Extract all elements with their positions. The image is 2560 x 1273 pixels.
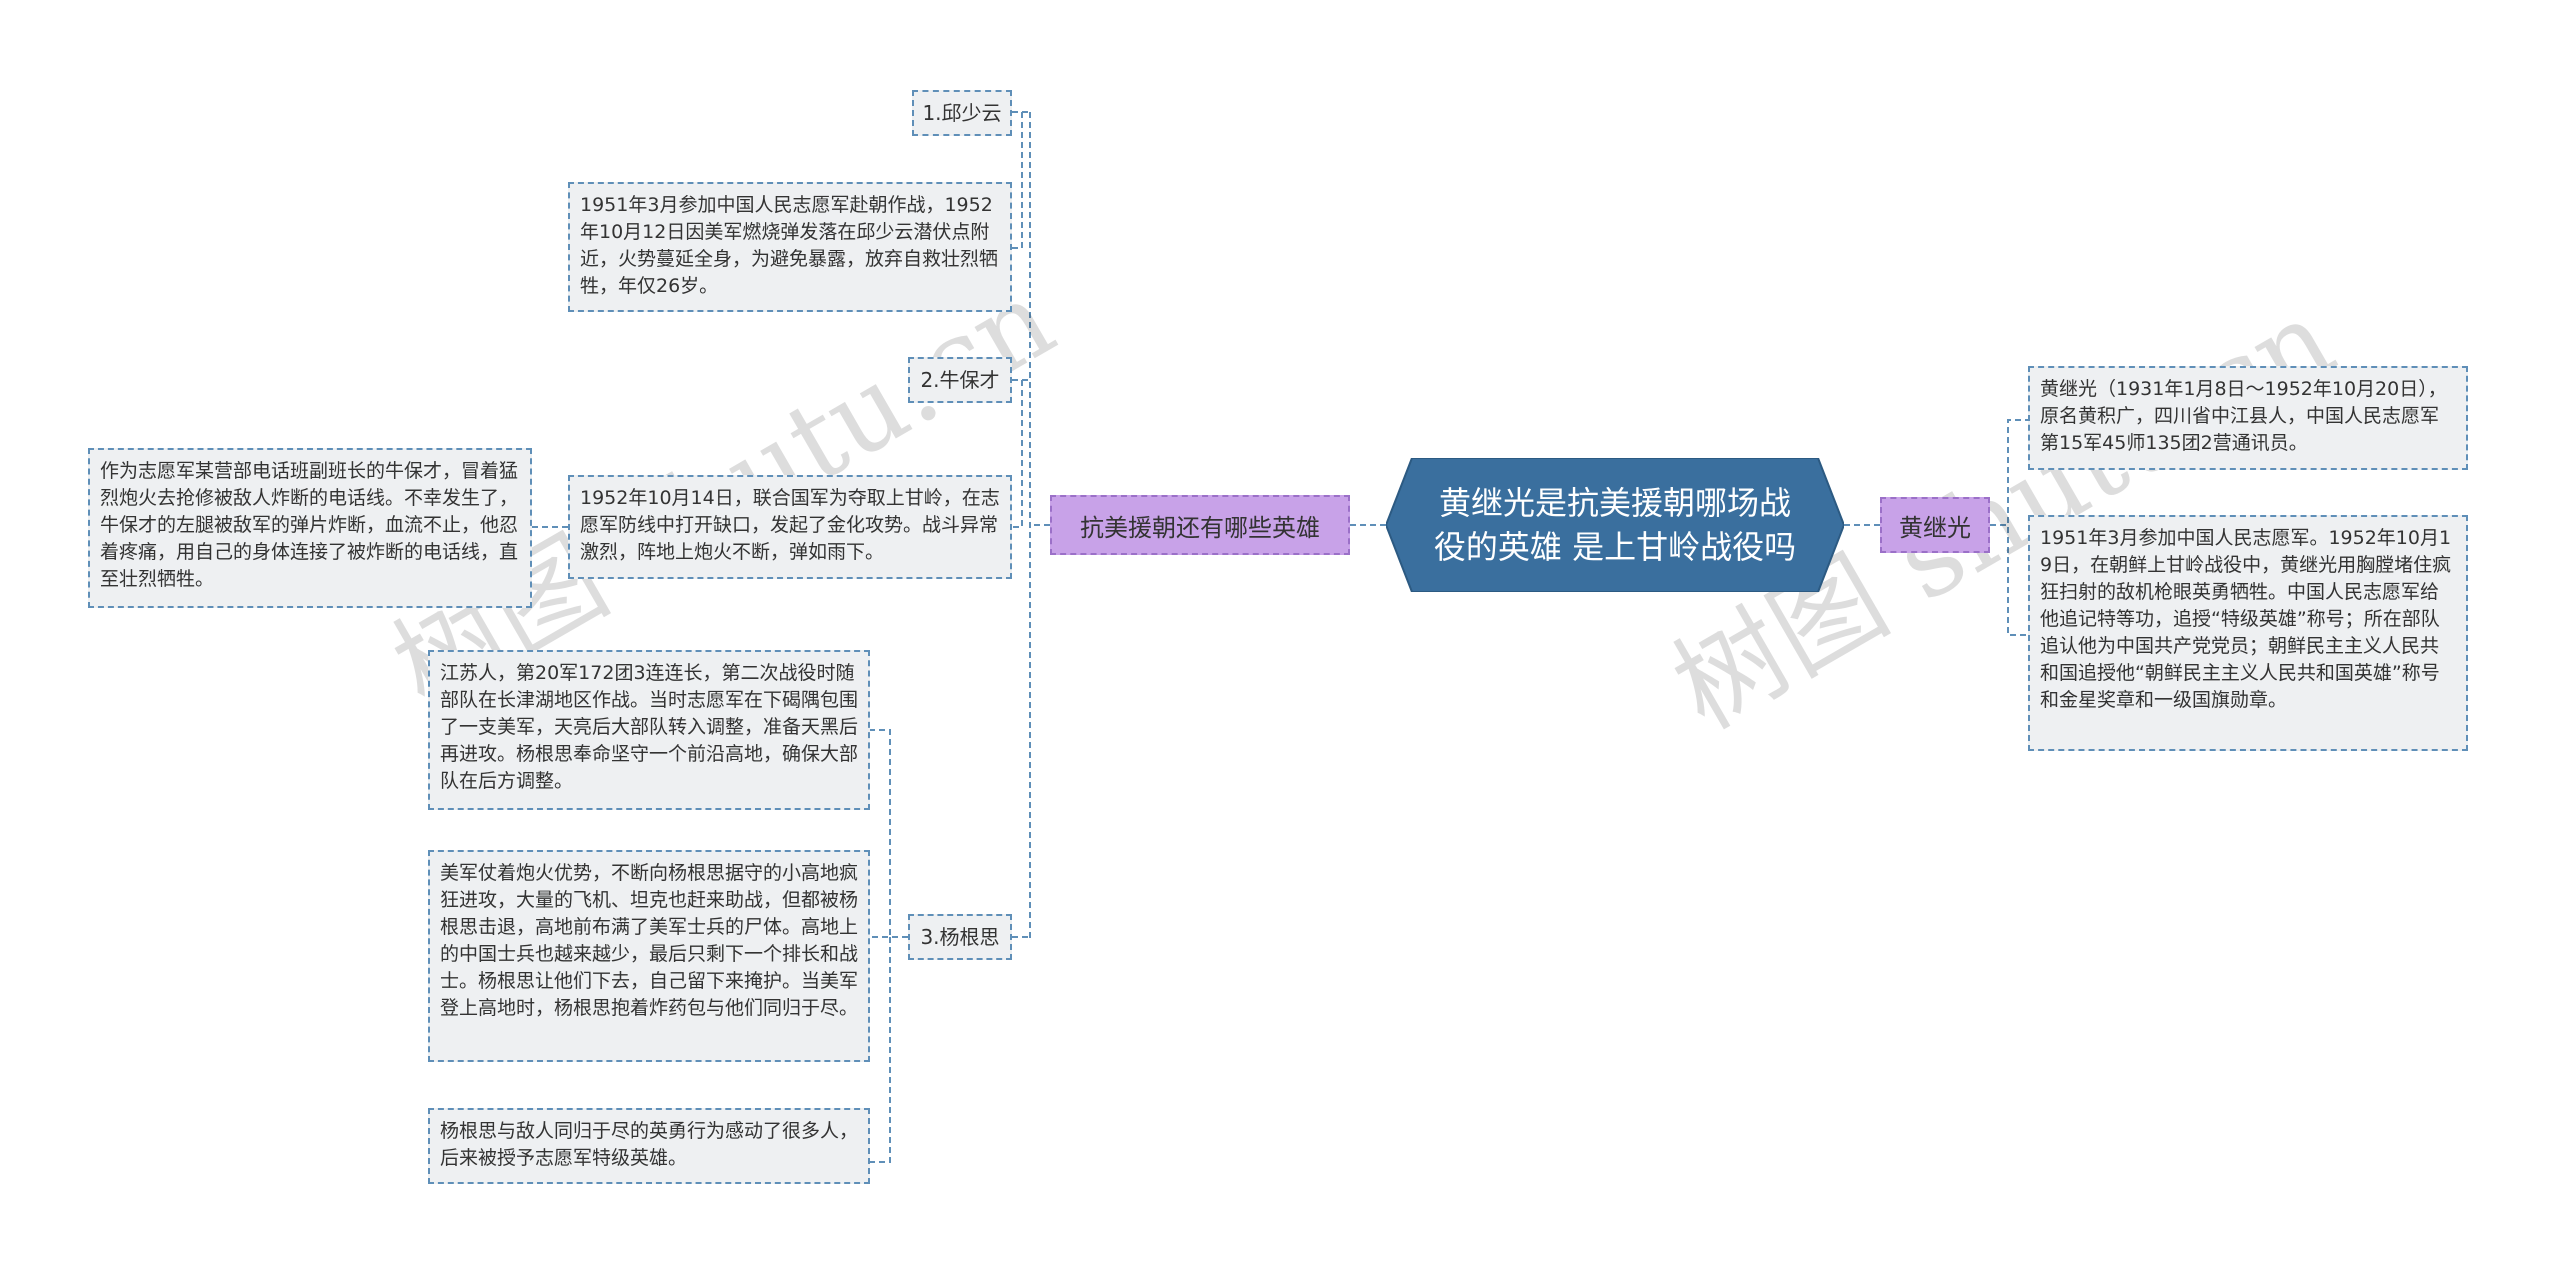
node-text: 江苏人，第20军172团3连连长，第二次战役时随部队在长津湖地区作战。当时志愿军… (440, 662, 859, 792)
yang-gensi-battle[interactable]: 美军仗着炮火优势，不断向杨根思据守的小高地疯狂进攻，大量的飞机、坦克也赶来助战，… (428, 850, 870, 1062)
root-title: 黄继光是抗美援朝哪场战役的英雄 是上甘岭战役吗 (1433, 484, 1797, 566)
root-topic[interactable]: 黄继光是抗美援朝哪场战役的英雄 是上甘岭战役吗 (1386, 458, 1844, 592)
niu-baocai-battle[interactable]: 1952年10月14日，联合国军为夺取上甘岭，在志愿军防线中打开缺口，发起了金化… (568, 475, 1012, 579)
yang-gensi-background[interactable]: 江苏人，第20军172团3连连长，第二次战役时随部队在长津湖地区作战。当时志愿军… (428, 650, 870, 810)
niu-baocai-deed[interactable]: 作为志愿军某营部电话班副班长的牛保才，冒着猛烈炮火去抢修被敌人炸断的电话线。不幸… (88, 448, 532, 608)
branch-other-heroes[interactable]: 抗美援朝还有哪些英雄 (1050, 495, 1350, 555)
hero-name: 1.邱少云 (922, 100, 1002, 125)
mind-map: 树图 shutu.cn 树图 shutu.cn 黄继光是抗美援朝哪场战役的英雄 … (0, 0, 2560, 1273)
node-text: 1951年3月参加中国人民志愿军赴朝作战，1952年10月12日因美军燃烧弹发落… (580, 194, 999, 297)
node-text: 黄继光（1931年1月8日～1952年10月20日），原名黄积广，四川省中江县人… (2040, 378, 2447, 454)
huang-jiguang-profile[interactable]: 黄继光（1931年1月8日～1952年10月20日），原名黄积广，四川省中江县人… (2028, 366, 2468, 470)
branch-label: 黄继光 (1899, 513, 1971, 542)
hero-name: 2.牛保才 (920, 367, 1000, 392)
hero-yang-gensi[interactable]: 3.杨根思 (908, 914, 1012, 960)
node-text: 1952年10月14日，联合国军为夺取上甘岭，在志愿军防线中打开缺口，发起了金化… (580, 487, 1000, 563)
hero-niu-baocai[interactable]: 2.牛保才 (908, 357, 1012, 403)
hero-qiu-shaoyun[interactable]: 1.邱少云 (912, 90, 1012, 136)
node-text: 杨根思与敌人同归于尽的英勇行为感动了很多人，后来被授予志愿军特级英雄。 (440, 1120, 859, 1169)
branch-label: 抗美援朝还有哪些英雄 (1080, 513, 1320, 542)
hero-name: 3.杨根思 (920, 924, 1000, 949)
huang-jiguang-deeds[interactable]: 1951年3月参加中国人民志愿军。1952年10月19日，在朝鲜上甘岭战役中，黄… (2028, 515, 2468, 751)
node-text: 1951年3月参加中国人民志愿军。1952年10月19日，在朝鲜上甘岭战役中，黄… (2040, 527, 2452, 711)
qiu-shaoyun-desc[interactable]: 1951年3月参加中国人民志愿军赴朝作战，1952年10月12日因美军燃烧弹发落… (568, 182, 1012, 312)
branch-huang-jiguang[interactable]: 黄继光 (1880, 497, 1990, 553)
node-text: 美军仗着炮火优势，不断向杨根思据守的小高地疯狂进攻，大量的飞机、坦克也赶来助战，… (440, 862, 859, 1019)
yang-gensi-honor[interactable]: 杨根思与敌人同归于尽的英勇行为感动了很多人，后来被授予志愿军特级英雄。 (428, 1108, 870, 1184)
node-text: 作为志愿军某营部电话班副班长的牛保才，冒着猛烈炮火去抢修被敌人炸断的电话线。不幸… (100, 460, 519, 590)
